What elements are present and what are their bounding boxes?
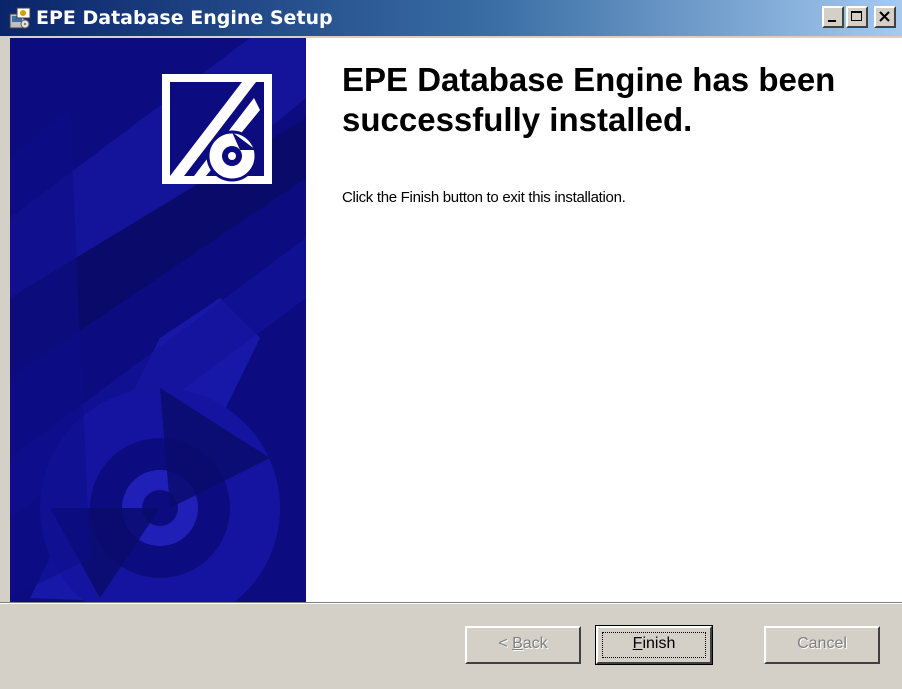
setup-window: EPE Database Engine Setup EPE Database E…: [0, 0, 902, 689]
setup-app-icon: [8, 6, 32, 30]
title-bar[interactable]: EPE Database Engine Setup: [0, 0, 902, 36]
finish-button[interactable]: Finish: [595, 625, 713, 665]
back-button-mnemonic: B: [512, 635, 523, 652]
back-button[interactable]: < Back: [465, 626, 581, 664]
close-icon: [879, 11, 890, 22]
content-panel: EPE Database Engine has been successfull…: [306, 38, 902, 602]
maximize-button[interactable]: [846, 6, 868, 28]
close-button[interactable]: [874, 6, 896, 28]
cancel-button[interactable]: Cancel: [764, 626, 880, 664]
button-area-divider-highlight: [0, 603, 902, 604]
installer-side-graphic: [10, 38, 306, 602]
completion-message: Click the Finish button to exit this ins…: [342, 189, 626, 206]
minimize-button[interactable]: [822, 6, 844, 28]
completion-heading: EPE Database Engine has been successfull…: [342, 61, 836, 138]
setup-logo-icon: [162, 74, 272, 184]
window-title: EPE Database Engine Setup: [36, 7, 333, 29]
maximize-icon: [851, 11, 862, 21]
back-button-prefix: <: [498, 635, 513, 652]
minimize-icon: [828, 20, 836, 22]
focus-rectangle: [602, 632, 706, 658]
cancel-button-label: Cancel: [797, 635, 847, 652]
back-button-label: ack: [522, 635, 548, 652]
